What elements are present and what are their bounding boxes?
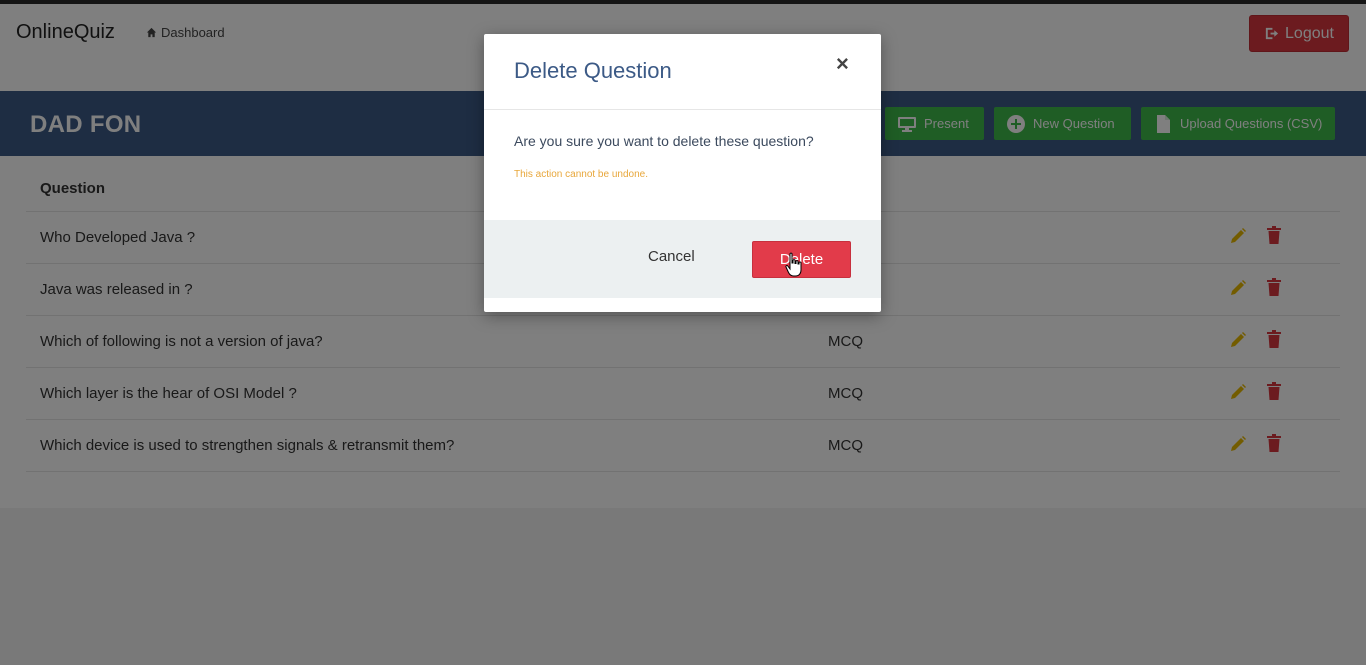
delete-question-dialog: Delete Question × Are you sure you want …	[484, 34, 881, 312]
dialog-body: Are you sure you want to delete these qu…	[484, 110, 881, 220]
confirm-message: Are you sure you want to delete these qu…	[514, 133, 814, 149]
hand-cursor-icon	[785, 252, 802, 277]
warning-text: This action cannot be undone.	[514, 169, 648, 180]
dialog-header: Delete Question ×	[484, 34, 881, 110]
dialog-footer: Cancel Delete	[484, 220, 881, 298]
cancel-button[interactable]: Cancel	[648, 248, 695, 265]
close-icon[interactable]: ×	[836, 53, 852, 75]
dialog-title: Delete Question	[514, 58, 672, 83]
